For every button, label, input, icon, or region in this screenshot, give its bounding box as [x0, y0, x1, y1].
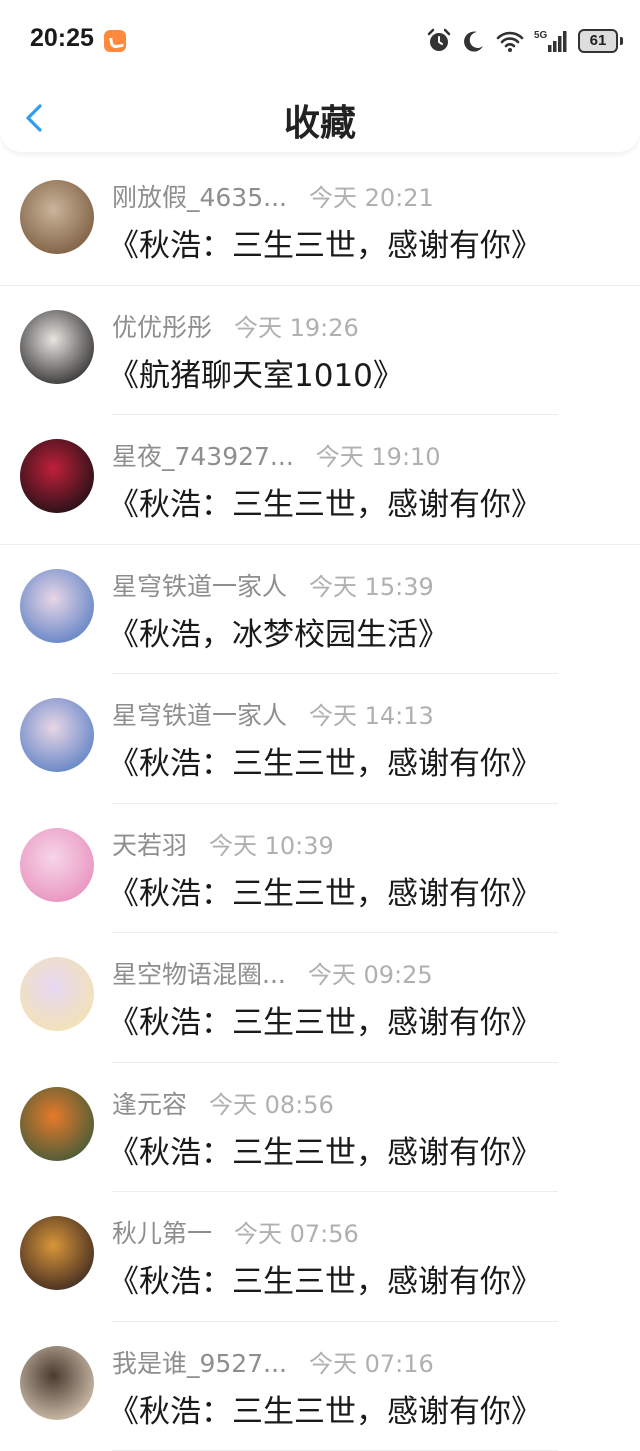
favorite-message: 《秋浩：三生三世，感谢有你》: [108, 868, 542, 913]
timestamp: 今天 07:56: [234, 1214, 359, 1249]
avatar[interactable]: [20, 310, 94, 384]
list-item[interactable]: 逢元容今天 08:56 《秋浩：三生三世，感谢有你》: [0, 1063, 640, 1193]
timestamp: 今天 20:21: [309, 178, 434, 213]
timestamp: 今天 08:56: [209, 1085, 334, 1120]
signal-5g-icon: 5G: [534, 28, 568, 54]
item-meta: 星穹铁道一家人今天 15:39: [112, 567, 434, 601]
list-item[interactable]: 天若羽今天 10:39 《秋浩：三生三世，感谢有你》: [0, 804, 640, 934]
favorite-message: 《秋浩：三生三世，感谢有你》: [108, 738, 542, 783]
sender-name: 星穹铁道一家人: [112, 696, 287, 732]
list-item[interactable]: 星空物语混圈... 今天 09:25 《秋浩：三生三世，感谢有你》: [0, 933, 640, 1063]
item-meta: 我是谁_9527... 今天 07:16: [112, 1344, 434, 1378]
svg-text:5G: 5G: [534, 30, 548, 41]
item-meta: 星夜_743927... 今天 19:10: [112, 437, 441, 471]
list-item[interactable]: 星穹铁道一家人今天 15:39 《秋浩，冰梦校园生活》: [0, 545, 640, 675]
item-meta: 逢元容今天 08:56: [112, 1085, 334, 1119]
item-meta: 秋儿第一今天 07:56: [112, 1214, 359, 1248]
favorite-message: 《秋浩：三生三世，感谢有你》: [108, 1256, 542, 1301]
favorite-message: 《秋浩，冰梦校园生活》: [108, 609, 449, 654]
list-item[interactable]: 秋儿第一今天 07:56 《秋浩：三生三世，感谢有你》: [0, 1192, 640, 1322]
timestamp: 今天 19:10: [316, 437, 441, 472]
sender-name: 星空物语混圈...: [112, 955, 286, 991]
favorite-message: 《航猪聊天室1010》: [108, 350, 404, 395]
timestamp: 今天 19:26: [234, 308, 359, 343]
favorite-message: 《秋浩：三生三世，感谢有你》: [108, 997, 542, 1042]
alarm-icon: [426, 28, 452, 54]
page-title: 收藏: [0, 94, 640, 146]
avatar[interactable]: [20, 828, 94, 902]
timestamp: 今天 10:39: [209, 826, 334, 861]
avatar[interactable]: [20, 957, 94, 1031]
list-item[interactable]: 优优彤彤今天 19:26 《航猪聊天室1010》: [0, 286, 640, 416]
list-item[interactable]: 刚放假_4635... 今天 20:21 《秋浩：三生三世，感谢有你》: [0, 156, 640, 286]
moon-icon: [462, 29, 486, 53]
avatar[interactable]: [20, 569, 94, 643]
sender-name: 天若羽: [112, 826, 187, 862]
timestamp: 今天 14:13: [309, 696, 434, 731]
list-item[interactable]: 星夜_743927... 今天 19:10 《秋浩：三生三世，感谢有你》: [0, 415, 640, 545]
avatar[interactable]: [20, 698, 94, 772]
item-meta: 刚放假_4635... 今天 20:21: [112, 178, 434, 212]
favorite-message: 《秋浩：三生三世，感谢有你》: [108, 220, 542, 265]
avatar[interactable]: [20, 439, 94, 513]
timestamp: 今天 15:39: [309, 567, 434, 602]
favorites-list: 刚放假_4635...今天 20:21《秋浩：三生三世，感谢有你》优优彤彤今天 …: [0, 156, 640, 1451]
item-meta: 星穹铁道一家人今天 14:13: [112, 696, 434, 730]
favorite-message: 《秋浩：三生三世，感谢有你》: [108, 479, 542, 524]
sender-name: 秋儿第一: [112, 1214, 212, 1250]
status-bar: 20:25 5G 61: [0, 0, 640, 80]
nav-header: 收藏: [0, 80, 640, 152]
sender-name: 我是谁_9527...: [112, 1344, 287, 1380]
list-item[interactable]: 星穹铁道一家人今天 14:13 《秋浩：三生三世，感谢有你》: [0, 674, 640, 804]
battery-icon: 61: [578, 29, 618, 53]
status-time: 20:25: [30, 24, 94, 53]
item-meta: 优优彤彤今天 19:26: [112, 308, 359, 342]
timestamp: 今天 09:25: [308, 955, 433, 990]
status-icons: 5G 61: [426, 27, 618, 55]
item-meta: 天若羽今天 10:39: [112, 826, 334, 860]
timestamp: 今天 07:16: [309, 1344, 434, 1379]
app-badge-icon: [104, 30, 126, 52]
sender-name: 优优彤彤: [112, 308, 212, 344]
avatar[interactable]: [20, 180, 94, 254]
favorite-message: 《秋浩：三生三世，感谢有你》: [108, 1386, 542, 1431]
sender-name: 刚放假_4635...: [112, 178, 287, 214]
avatar[interactable]: [20, 1087, 94, 1161]
avatar[interactable]: [20, 1346, 94, 1420]
sender-name: 星穹铁道一家人: [112, 567, 287, 603]
sender-name: 星夜_743927...: [112, 437, 294, 473]
list-item[interactable]: 我是谁_9527... 今天 07:16 《秋浩：三生三世，感谢有你》: [0, 1322, 640, 1451]
sender-name: 逢元容: [112, 1085, 187, 1121]
favorite-message: 《秋浩：三生三世，感谢有你》: [108, 1127, 542, 1172]
item-meta: 星空物语混圈... 今天 09:25: [112, 955, 433, 989]
avatar[interactable]: [20, 1216, 94, 1290]
wifi-icon: [496, 29, 524, 53]
